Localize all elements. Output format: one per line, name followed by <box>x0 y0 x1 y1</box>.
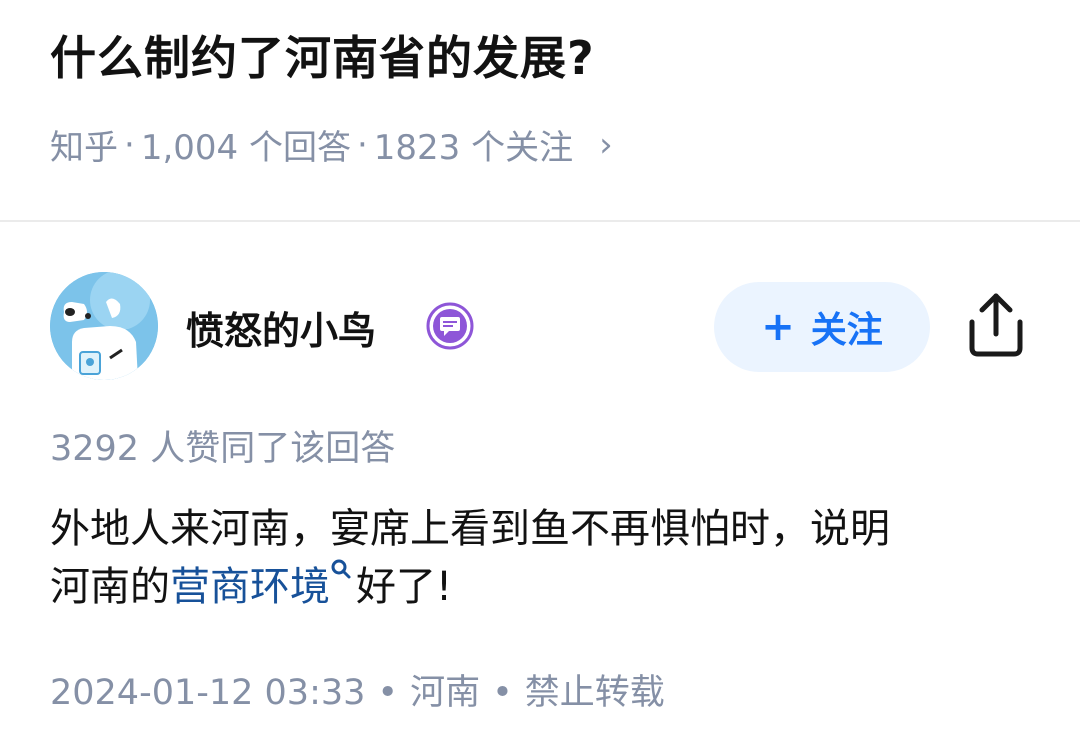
cartoon-dog-avatar-icon <box>50 272 158 380</box>
answer-text-prefix: 河南的 <box>50 564 170 610</box>
business-environment-link[interactable]: 营商环境 <box>170 564 330 610</box>
vote-count: 3292 人赞同了该回答 <box>50 429 396 469</box>
answer-footer: 2024-01-12 03:33 • 河南 • 禁止转载 <box>50 664 665 715</box>
footer-dot: • <box>492 673 513 713</box>
footer-dot: • <box>377 673 399 713</box>
meta-separator: · <box>124 124 135 165</box>
follow-button[interactable]: + 关注 <box>714 282 930 372</box>
chevron-right-icon[interactable]: › <box>599 125 613 165</box>
author-name[interactable]: 愤怒的小鸟 <box>186 300 376 355</box>
answer-line-1: 外地人来河南，宴席上看到鱼不再惧怕时，说明 <box>50 506 890 552</box>
copyright-notice: 禁止转载 <box>524 673 665 713</box>
follower-count: 1823 个关注 <box>373 128 574 168</box>
answer-line-2: 河南的营商环境 好了! <box>50 558 1030 616</box>
search-icon[interactable] <box>330 558 352 584</box>
chat-bubble-badge-icon[interactable] <box>426 302 474 350</box>
answer-count: 1,004 个回答 <box>140 128 351 168</box>
answer-text-suffix: 好了! <box>356 564 453 610</box>
share-upload-icon[interactable] <box>964 290 1028 358</box>
section-divider <box>0 220 1080 222</box>
source-label: 知乎 <box>50 128 118 168</box>
question-title[interactable]: 什么制约了河南省的发展? <box>50 22 595 88</box>
follow-button-label: 关注 <box>810 310 883 351</box>
meta-separator: · <box>356 124 368 165</box>
answer-location: 河南 <box>410 673 481 713</box>
answer-content[interactable]: 外地人来河南，宴席上看到鱼不再惧怕时，说明 河南的营商环境 好了! <box>50 500 1030 616</box>
question-meta[interactable]: 知乎 · 1,004 个回答 · 1823 个关注 › <box>50 120 613 169</box>
author-avatar[interactable] <box>50 272 158 380</box>
answer-date: 2024-01-12 03:33 <box>50 673 366 713</box>
plus-icon: + <box>761 304 795 350</box>
